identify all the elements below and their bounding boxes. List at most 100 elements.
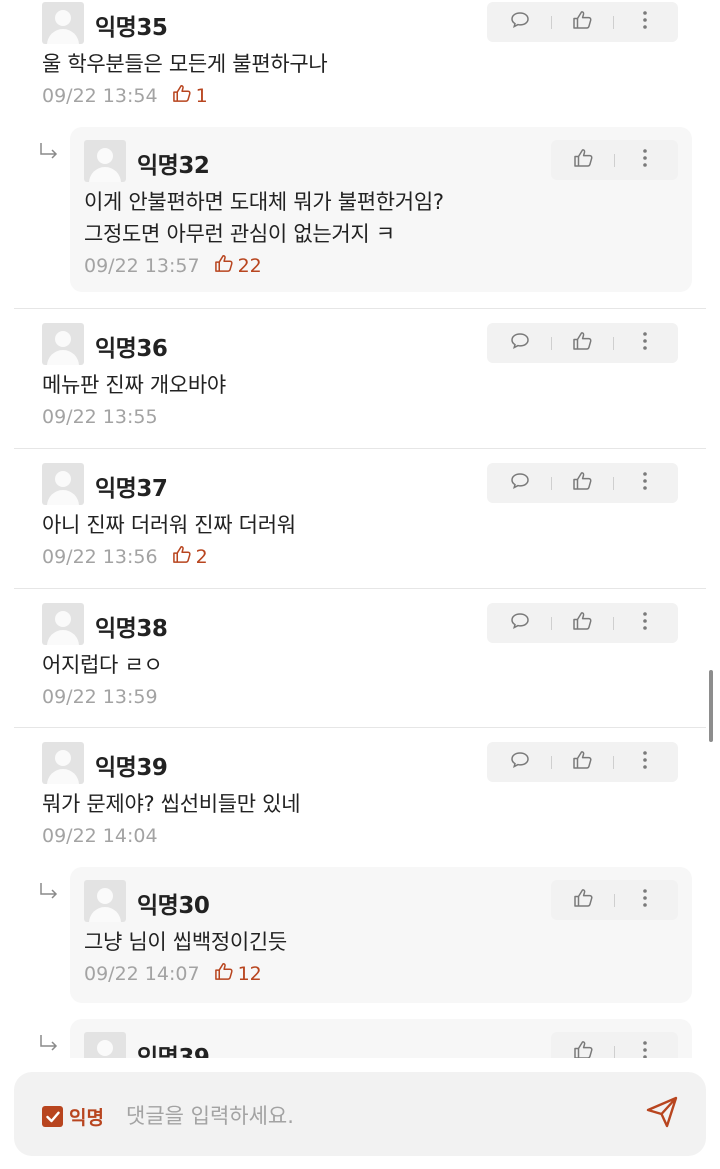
- author-name: 익명32: [137, 153, 210, 179]
- comment-meta: 09/22 13:57 22: [84, 252, 692, 280]
- comment-header: 익명36: [42, 323, 720, 365]
- author-name: 익명37: [95, 476, 168, 502]
- avatar: [84, 880, 126, 922]
- comment-input[interactable]: 댓글을 입력하세요.: [126, 1100, 294, 1130]
- comment-meta: 09/22 13:56 2: [42, 543, 720, 571]
- more-options-button[interactable]: [630, 608, 660, 638]
- like-count: 2: [172, 545, 208, 569]
- comment-header: 익명39: [42, 742, 720, 784]
- like-button[interactable]: [567, 468, 597, 498]
- comment-item: 익명35 울 학우분들은 모든게 불편하구나 09/22 13:54 1: [0, 2, 720, 110]
- reply-comment-button[interactable]: [505, 468, 535, 498]
- reply-item: 익명30 그냥 님이 씹백정이긴듯 09/22 14:07 12: [70, 867, 692, 1003]
- like-button[interactable]: [567, 747, 597, 777]
- comment-meta: 09/22 14:04: [42, 822, 720, 850]
- reply-arrow-icon: [38, 1034, 60, 1056]
- like-button[interactable]: [569, 145, 599, 175]
- more-options-button[interactable]: [630, 885, 660, 915]
- reply-comment-button[interactable]: [505, 747, 535, 777]
- more-options-button[interactable]: [630, 7, 660, 37]
- more-options-button[interactable]: [630, 328, 660, 358]
- avatar: [84, 140, 126, 182]
- comment-actions: [487, 2, 678, 42]
- more-options-button[interactable]: [630, 1037, 660, 1058]
- avatar: [42, 603, 84, 645]
- reply-comment-button[interactable]: [505, 608, 535, 638]
- comment-text: 울 학우분들은 모든게 불편하구나: [42, 52, 328, 76]
- more-icon: [642, 1040, 648, 1058]
- send-button[interactable]: [642, 1094, 682, 1134]
- like-button[interactable]: [569, 1037, 599, 1058]
- comment-actions: [551, 140, 678, 180]
- comment-text: 아니 진짜 더러워 진짜 더러워: [42, 513, 296, 537]
- scrollbar[interactable]: [709, 670, 713, 742]
- thumbs-up-icon: [214, 254, 238, 278]
- timestamp: 09/22 13:57: [84, 255, 200, 277]
- comment-header: 익명35: [42, 2, 720, 44]
- thumbs-up-icon: [172, 545, 196, 569]
- comment-text: 메뉴판 진짜 개오바야: [42, 373, 226, 397]
- comment-icon: [510, 612, 530, 634]
- thumbs-up-icon: [214, 962, 238, 986]
- comment-header: 익명30: [84, 880, 692, 922]
- comment-header: 익명38: [42, 603, 720, 645]
- comment-icon: [510, 472, 530, 494]
- like-button[interactable]: [569, 885, 599, 915]
- timestamp: 09/22 13:54: [42, 85, 158, 107]
- comment-list: 익명35 울 학우분들은 모든게 불편하구나 09/22 13:54 1 익명3…: [0, 0, 720, 1058]
- thumbs-up-icon: [172, 84, 196, 108]
- check-icon: [42, 1106, 63, 1127]
- author-name: 익명39: [95, 755, 168, 781]
- thumbs-up-icon: [573, 1040, 594, 1058]
- comment-composer: 익명 댓글을 입력하세요.: [14, 1072, 706, 1156]
- avatar: [84, 1032, 126, 1058]
- thumbs-up-icon: [572, 10, 593, 34]
- thumbs-up-icon: [573, 148, 594, 172]
- comment-meta: 09/22 13:55: [42, 403, 720, 431]
- comment-actions: [487, 742, 678, 782]
- more-icon: [642, 10, 648, 34]
- more-options-button[interactable]: [630, 145, 660, 175]
- like-button[interactable]: [567, 608, 597, 638]
- thumbs-up-icon: [572, 331, 593, 355]
- like-button[interactable]: [567, 7, 597, 37]
- comment-item: 익명36 메뉴판 진짜 개오바야 09/22 13:55: [0, 323, 720, 431]
- comment-meta: 09/22 13:59: [42, 683, 720, 711]
- like-button[interactable]: [567, 328, 597, 358]
- avatar: [42, 742, 84, 784]
- more-icon: [642, 331, 648, 355]
- reply-item: 익명39: [70, 1019, 692, 1058]
- like-count-value: 12: [237, 963, 262, 985]
- more-options-button[interactable]: [630, 468, 660, 498]
- reply-comment-button[interactable]: [505, 7, 535, 37]
- comment-text: 뭐가 문제야? 씹선비들만 있네: [42, 792, 301, 816]
- comment-text-line-2: 그정도면 아무런 관심이 없는거지 ㅋ: [84, 222, 395, 246]
- comment-header: 익명32: [84, 140, 692, 182]
- comment-actions: [487, 463, 678, 503]
- reply-arrow-icon: [38, 142, 60, 164]
- reply-comment-button[interactable]: [505, 328, 535, 358]
- more-icon: [642, 148, 648, 172]
- divider: [14, 308, 706, 309]
- divider: [14, 727, 706, 728]
- comment-text: 그냥 님이 씹백정이긴듯: [84, 930, 287, 954]
- anonymous-toggle[interactable]: 익명: [42, 1103, 104, 1130]
- author-name: 익명38: [95, 616, 168, 642]
- anonymous-label: 익명: [69, 1107, 104, 1129]
- send-icon: [645, 1095, 679, 1133]
- more-options-button[interactable]: [630, 747, 660, 777]
- timestamp: 09/22 14:07: [84, 963, 200, 985]
- thumbs-up-icon: [572, 471, 593, 495]
- comment-icon: [510, 332, 530, 354]
- comment-actions: [551, 1032, 678, 1058]
- reply-arrow-icon: [38, 882, 60, 904]
- like-count: 12: [214, 962, 262, 986]
- thumbs-up-icon: [573, 888, 594, 912]
- like-count: 22: [214, 254, 262, 278]
- comment-item: 익명37 아니 진짜 더러워 진짜 더러워 09/22 13:56 2: [0, 463, 720, 571]
- timestamp: 09/22 13:55: [42, 406, 158, 428]
- thumbs-up-icon: [572, 611, 593, 635]
- author-name: 익명35: [95, 15, 168, 41]
- more-icon: [642, 471, 648, 495]
- comment-item: 익명39 뭐가 문제야? 씹선비들만 있네 09/22 14:04: [0, 742, 720, 850]
